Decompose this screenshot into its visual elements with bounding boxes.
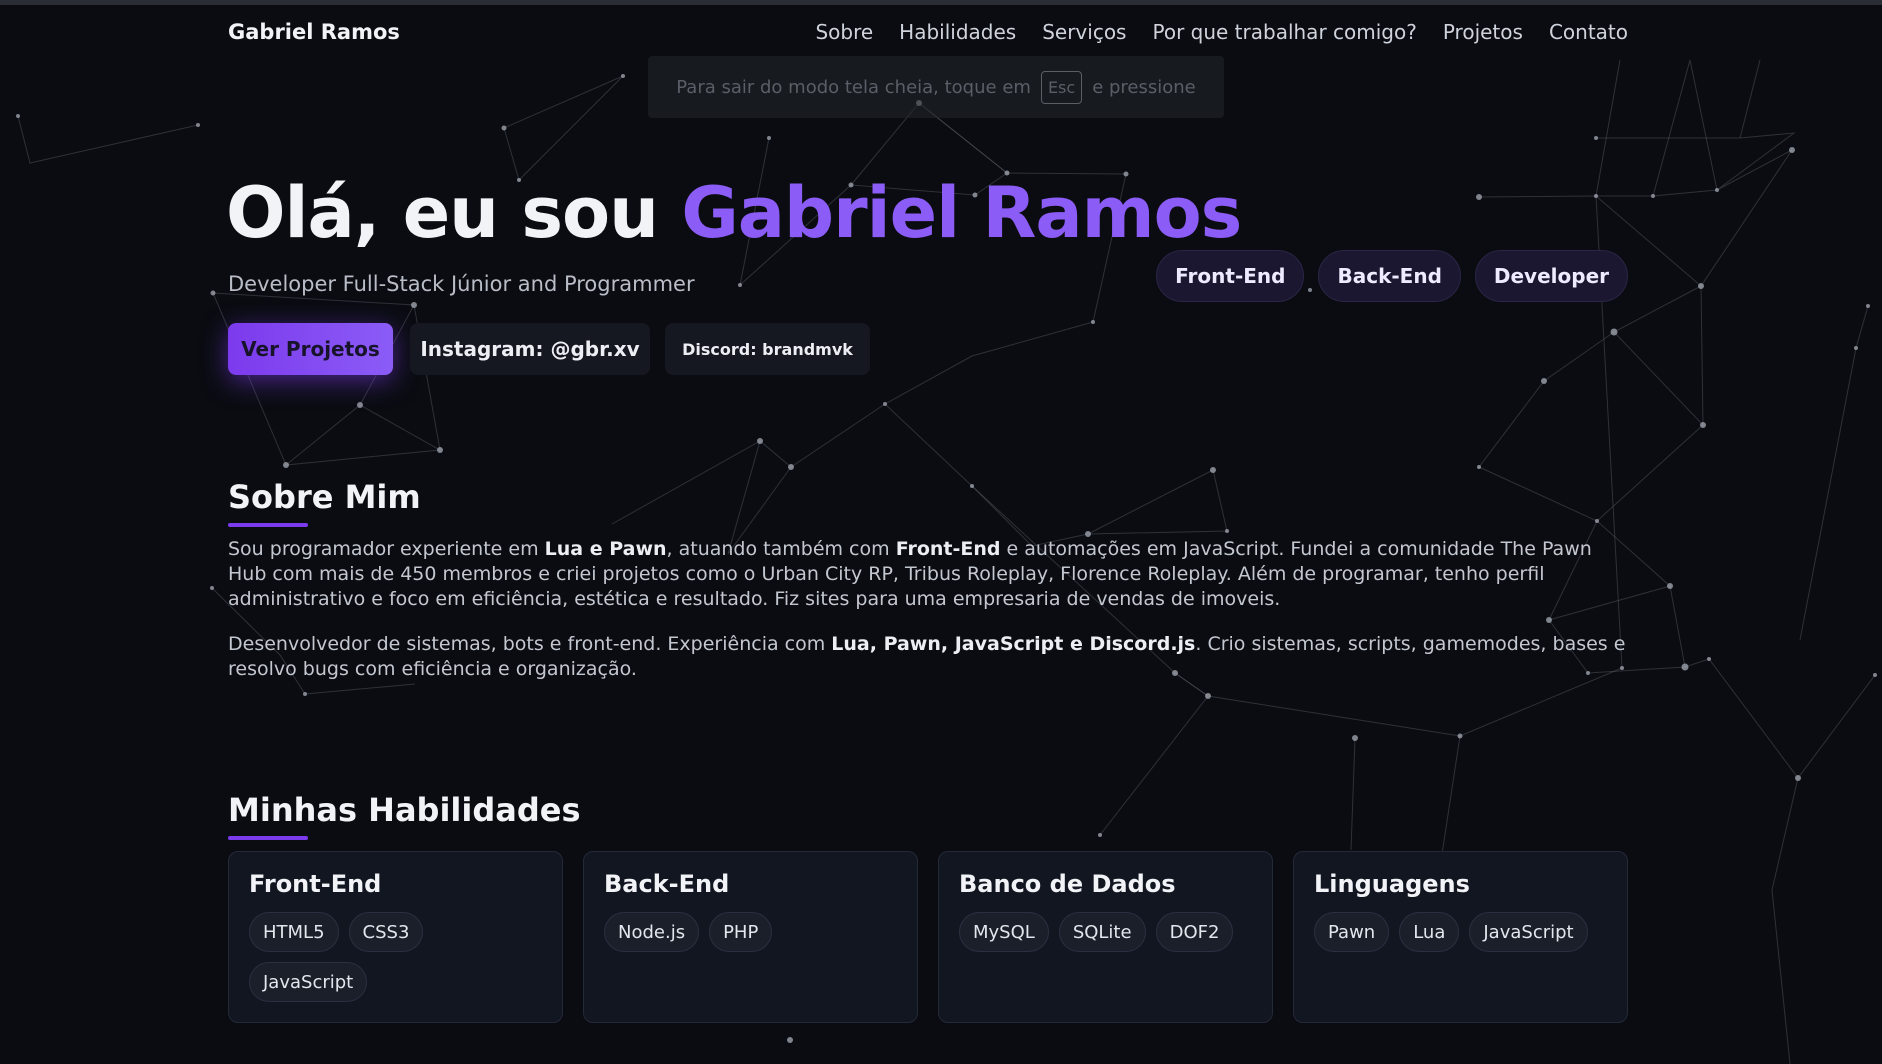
skill-chip: JavaScript	[1469, 912, 1588, 952]
instagram-button[interactable]: Instagram: @gbr.xv	[410, 323, 650, 375]
tag-front-end: Front-End	[1156, 250, 1305, 302]
skills-title-underline	[228, 836, 308, 840]
tag-back-end: Back-End	[1318, 250, 1461, 302]
skill-chip: Lua	[1399, 912, 1460, 952]
skill-chip: Pawn	[1314, 912, 1390, 952]
skill-card-linguagens: Linguagens Pawn Lua JavaScript	[1293, 851, 1628, 1023]
skill-card-title: Linguagens	[1314, 870, 1470, 898]
hero-title: Olá, eu sou Gabriel Ramos	[226, 172, 1242, 254]
hero-title-name: Gabriel Ramos	[681, 172, 1242, 254]
skill-chip: HTML5	[249, 912, 339, 952]
portfolio-page: Gabriel Ramos Sobre Habilidades Serviços…	[0, 0, 1882, 1064]
skill-chips: Node.js PHP	[604, 912, 897, 952]
tag-developer: Developer	[1474, 250, 1628, 302]
skills-cards: Front-End HTML5 CSS3 JavaScript Back-End…	[228, 851, 1628, 1023]
skill-chip: DOF2	[1155, 912, 1234, 952]
skill-card-banco-de-dados: Banco de Dados MySQL SQLite DOF2	[938, 851, 1273, 1023]
about-paragraph-1: Sou programador experiente em Lua e Pawn…	[228, 537, 1628, 612]
nav-link-projetos[interactable]: Projetos	[1443, 20, 1523, 44]
skill-chips: Pawn Lua JavaScript	[1314, 912, 1607, 952]
skill-chips: HTML5 CSS3 JavaScript	[249, 912, 542, 1002]
fullscreen-hint-text-before: Para sair do modo tela cheia, toque em	[676, 76, 1031, 98]
nav-link-servicos[interactable]: Serviços	[1042, 20, 1126, 44]
nav-link-contato[interactable]: Contato	[1549, 20, 1628, 44]
p2-seg: Desenvolvedor de sistemas, bots e front-…	[228, 633, 832, 655]
about-paragraph-2: Desenvolvedor de sistemas, bots e front-…	[228, 632, 1628, 682]
about-title-underline	[228, 523, 308, 527]
fullscreen-exit-hint: Para sair do modo tela cheia, toque em E…	[648, 56, 1224, 118]
skill-chip: MySQL	[959, 912, 1049, 952]
p2-bold-languages: Lua, Pawn, JavaScript e Discord.js	[831, 633, 1196, 655]
skill-chips: MySQL SQLite DOF2	[959, 912, 1252, 952]
hero-title-prefix: Olá, eu sou	[226, 172, 682, 254]
hero-subtitle: Developer Full-Stack Júnior and Programm…	[228, 272, 695, 296]
nav-link-por-que[interactable]: Por que trabalhar comigo?	[1152, 20, 1416, 44]
p1-bold-lua-pawn: Lua e Pawn	[544, 538, 667, 560]
p1-seg: Sou programador experiente em	[228, 538, 545, 560]
skill-chip: CSS3	[348, 912, 424, 952]
ver-projetos-button[interactable]: Ver Projetos	[228, 323, 393, 375]
brand-logo[interactable]: Gabriel Ramos	[228, 20, 400, 44]
p1-seg: , atuando também com	[666, 538, 896, 560]
skills-title: Minhas Habilidades	[228, 791, 581, 829]
nav-link-sobre[interactable]: Sobre	[815, 20, 873, 44]
skill-card-back-end: Back-End Node.js PHP	[583, 851, 918, 1023]
main-nav: Sobre Habilidades Serviços Por que traba…	[815, 20, 1628, 44]
esc-key-badge: Esc	[1040, 70, 1083, 104]
fullscreen-hint-text-after: e pressione	[1092, 76, 1196, 98]
skill-chip: Node.js	[604, 912, 700, 952]
skill-card-title: Back-End	[604, 870, 730, 898]
about-title: Sobre Mim	[228, 478, 421, 516]
skill-card-title: Front-End	[249, 870, 382, 898]
skill-card-title: Banco de Dados	[959, 870, 1176, 898]
discord-button[interactable]: Discord: brandmvk	[665, 323, 870, 375]
p1-bold-front-end: Front-End	[895, 538, 1001, 560]
skill-chip: SQLite	[1058, 912, 1146, 952]
role-tags: Front-End Back-End Developer	[1156, 250, 1628, 302]
skill-card-front-end: Front-End HTML5 CSS3 JavaScript	[228, 851, 563, 1023]
skill-chip: JavaScript	[249, 962, 368, 1002]
nav-link-habilidades[interactable]: Habilidades	[899, 20, 1016, 44]
skill-chip: PHP	[709, 912, 773, 952]
